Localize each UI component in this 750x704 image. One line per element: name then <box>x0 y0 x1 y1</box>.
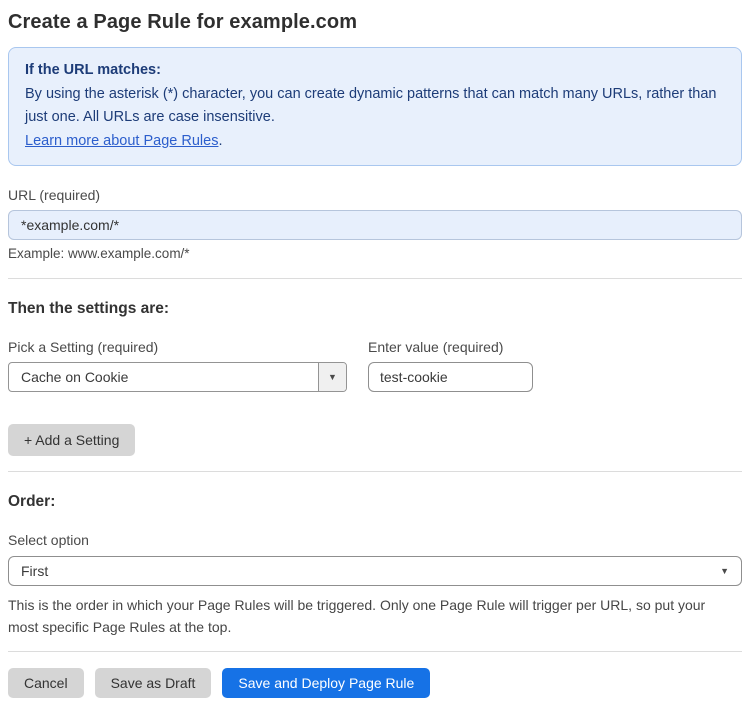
setting-picker-label: Pick a Setting (required) <box>8 339 159 355</box>
setting-dropdown-button[interactable]: ▼ <box>318 363 346 391</box>
setting-value-label: Enter value (required) <box>368 339 504 355</box>
divider-before-actions <box>8 651 742 652</box>
form-actions: Cancel Save as Draft Save and Deploy Pag… <box>8 668 742 698</box>
setting-picker-column: Pick a Setting (required) Cache on Cooki… <box>8 318 348 392</box>
page-rule-form: Create a Page Rule for example.com If th… <box>0 11 750 698</box>
divider-after-url <box>8 278 742 279</box>
info-box-body: By using the asterisk (*) character, you… <box>25 85 717 126</box>
order-select-value: First <box>21 563 49 579</box>
save-as-draft-button[interactable]: Save as Draft <box>94 668 212 698</box>
save-and-deploy-button[interactable]: Save and Deploy Page Rule <box>222 668 431 698</box>
order-section-heading: Order: <box>8 493 56 510</box>
setting-value-input[interactable] <box>368 362 533 392</box>
chevron-down-icon: ▼ <box>720 565 729 576</box>
add-setting-button[interactable]: + Add a Setting <box>8 424 136 456</box>
info-box-heading: If the URL matches: <box>25 62 161 78</box>
settings-section-heading: Then the settings are: <box>8 300 170 317</box>
settings-row: Pick a Setting (required) Cache on Cooki… <box>8 318 742 392</box>
url-example-helper: Example: www.example.com/* <box>8 246 190 261</box>
link-suffix: . <box>218 132 223 149</box>
setting-value-column: Enter value (required) <box>368 318 533 392</box>
setting-dropdown[interactable]: Cache on Cookie ▼ <box>8 362 347 392</box>
url-input[interactable] <box>8 210 742 240</box>
cancel-button[interactable]: Cancel <box>8 668 84 698</box>
setting-dropdown-value: Cache on Cookie <box>21 369 129 385</box>
url-field-label: URL (required) <box>8 187 101 203</box>
order-select[interactable]: First ▼ <box>8 556 742 586</box>
order-select-label: Select option <box>8 532 89 548</box>
info-box-link-line: Learn more about Page Rules. <box>25 130 725 154</box>
page-title: Create a Page Rule for example.com <box>8 11 358 33</box>
order-helper-text: This is the order in which your Page Rul… <box>8 597 706 635</box>
divider-after-settings <box>8 471 742 472</box>
url-matches-info-box: If the URL matches: By using the asteris… <box>8 47 742 166</box>
chevron-down-icon: ▼ <box>328 371 337 382</box>
learn-more-link[interactable]: Learn more about Page Rules <box>25 133 218 149</box>
